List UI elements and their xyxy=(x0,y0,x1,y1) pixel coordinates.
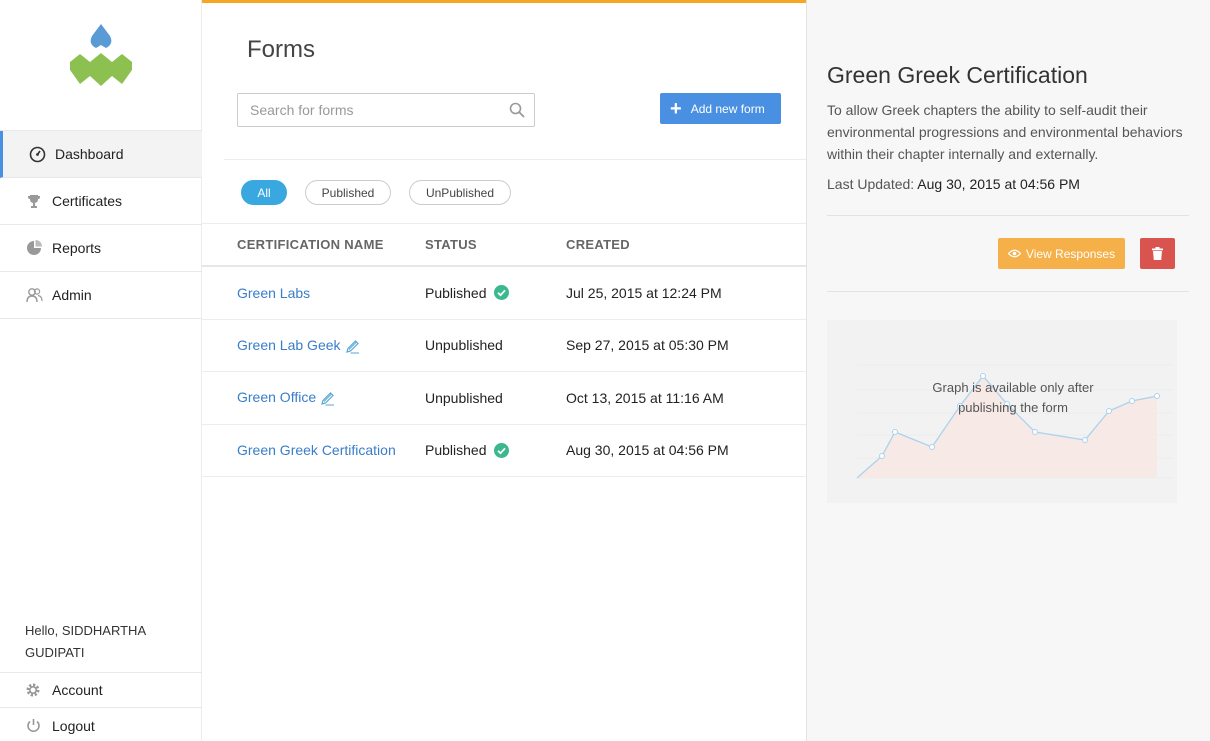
page-title: Forms xyxy=(247,36,315,63)
sidebar-item-label: Logout xyxy=(52,717,95,734)
created-date: Sep 27, 2015 at 05:30 PM xyxy=(566,337,729,354)
trophy-icon xyxy=(24,191,44,211)
published-check-icon xyxy=(493,442,509,458)
status-text: Unpublished xyxy=(425,389,503,406)
graph-unavailable-message: Graph is available only after publishing… xyxy=(932,380,1094,415)
sidebar-item-dashboard[interactable]: Dashboard xyxy=(0,131,202,178)
form-detail-panel: Green Greek Certification To allow Greek… xyxy=(806,0,1210,741)
form-name-link[interactable]: Green Lab Geek xyxy=(237,337,341,353)
eye-icon xyxy=(1007,249,1021,258)
form-name-link[interactable]: Green Office xyxy=(237,389,316,405)
sidebar-item-logout[interactable]: Logout xyxy=(0,708,202,741)
last-updated: Last Updated: Aug 30, 2015 at 04:56 PM xyxy=(827,176,1080,192)
column-header-name[interactable]: CERTIFICATION NAME xyxy=(202,237,425,252)
column-header-status[interactable]: STATUS xyxy=(425,237,566,252)
sidebar-item-certificates[interactable]: Certificates xyxy=(0,178,202,225)
dashboard-icon xyxy=(27,144,47,164)
power-icon xyxy=(24,717,42,735)
form-name-link[interactable]: Green Labs xyxy=(237,285,310,301)
add-new-form-label: Add new form xyxy=(690,101,765,116)
form-description: To allow Greek chapters the ability to s… xyxy=(827,102,1183,162)
filter-all[interactable]: All xyxy=(241,180,287,205)
user-greeting: Hello, SIDDHARTHA GUDIPATI xyxy=(25,623,146,660)
gear-icon xyxy=(24,681,42,699)
sidebar-item-label: Dashboard xyxy=(55,146,124,162)
divider xyxy=(224,159,806,160)
edit-pencil-icon[interactable] xyxy=(320,391,335,406)
view-responses-label: View Responses xyxy=(1025,246,1116,261)
sidebar-nav: Dashboard Certificates Reports Admin xyxy=(0,130,202,319)
sidebar-item-label: Reports xyxy=(52,240,102,256)
main-content: Forms + Add new form All Published UnPub… xyxy=(202,0,806,741)
table-row[interactable]: Green Greek Certification Published Aug … xyxy=(202,425,806,477)
sidebar-bottom-nav: Account Logout xyxy=(0,672,202,741)
users-icon xyxy=(24,285,44,305)
sidebar-item-admin[interactable]: Admin xyxy=(0,272,202,319)
sidebar-item-label: Account xyxy=(52,682,103,698)
last-updated-label: Last Updated: xyxy=(827,176,915,192)
last-updated-value: Aug 30, 2015 at 04:56 PM xyxy=(917,176,1080,192)
filter-pills: All Published UnPublished xyxy=(241,180,529,205)
view-responses-button[interactable]: View Responses xyxy=(998,238,1125,269)
table-row[interactable]: Green Labs Published Jul 25, 2015 at 12:… xyxy=(202,267,806,320)
trash-icon xyxy=(1152,247,1163,260)
status-text: Unpublished xyxy=(425,337,503,354)
created-date: Oct 13, 2015 at 11:16 AM xyxy=(566,389,724,406)
sidebar-item-label: Admin xyxy=(52,287,92,303)
search-icon[interactable] xyxy=(509,102,525,118)
app-logo[interactable] xyxy=(66,22,136,92)
sidebar: Dashboard Certificates Reports Admin Hel… xyxy=(0,0,202,741)
search-box xyxy=(237,93,535,127)
sidebar-item-reports[interactable]: Reports xyxy=(0,225,202,272)
published-check-icon xyxy=(493,285,509,301)
edit-pencil-icon[interactable] xyxy=(345,339,360,354)
divider xyxy=(827,215,1189,216)
add-new-form-button[interactable]: + Add new form xyxy=(660,93,781,124)
form-detail-title: Green Greek Certification xyxy=(827,62,1088,88)
sidebar-item-account[interactable]: Account xyxy=(0,673,202,708)
filter-published[interactable]: Published xyxy=(305,180,391,205)
plus-icon: + xyxy=(670,97,682,120)
status-text: Published xyxy=(425,284,487,301)
table-header: CERTIFICATION NAME STATUS CREATED xyxy=(202,224,806,267)
created-date: Aug 30, 2015 at 04:56 PM xyxy=(566,442,729,459)
table-row[interactable]: Green Lab Geek Unpublished Sep 27, 2015 … xyxy=(202,320,806,372)
search-input[interactable] xyxy=(238,94,498,126)
form-name-link[interactable]: Green Greek Certification xyxy=(237,442,396,458)
status-text: Published xyxy=(425,442,487,459)
created-date: Jul 25, 2015 at 12:24 PM xyxy=(566,284,722,301)
pie-chart-icon xyxy=(24,238,44,258)
column-header-created[interactable]: CREATED xyxy=(566,237,806,252)
forms-table: CERTIFICATION NAME STATUS CREATED Green … xyxy=(202,223,806,477)
filter-unpublished[interactable]: UnPublished xyxy=(409,180,511,205)
table-row[interactable]: Green Office Unpublished Oct 13, 2015 at… xyxy=(202,372,806,425)
delete-button[interactable] xyxy=(1140,238,1175,269)
sidebar-item-label: Certificates xyxy=(52,193,123,209)
divider xyxy=(827,291,1189,292)
